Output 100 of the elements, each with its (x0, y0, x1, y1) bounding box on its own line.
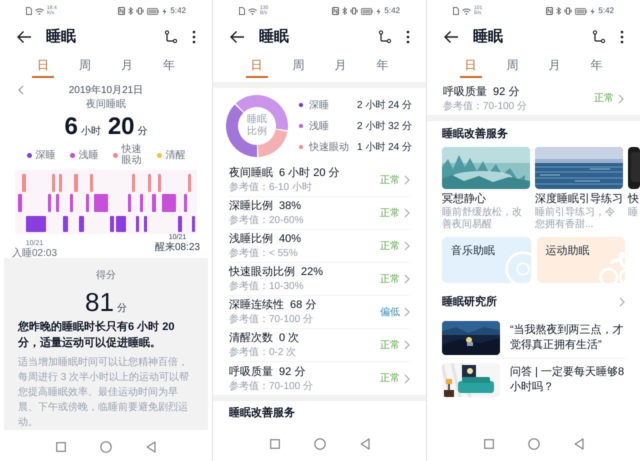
status-link[interactable]: 偏低 (380, 304, 410, 320)
recent-apps-icon[interactable] (270, 439, 280, 449)
sleep-summary: 您昨晚的睡眠时长只有6 小时 20 分，适量运动可以促进睡眠。 (18, 320, 176, 351)
period-tab[interactable]: 年 (372, 57, 394, 78)
more-icon[interactable] (192, 30, 196, 44)
back-icon[interactable] (360, 438, 370, 450)
chevron-right-icon (404, 274, 410, 284)
charging-icon (162, 8, 168, 14)
score-label: 得分 (95, 269, 117, 283)
hours-unit: 小时 (80, 124, 101, 139)
legend-value: 1 小时 24 分 (356, 140, 412, 154)
share-icon[interactable] (164, 30, 178, 44)
reference-range: 参考值：70-100 分 (229, 313, 314, 326)
share-icon[interactable] (592, 30, 606, 44)
article-title[interactable]: “当我熬夜到两三点，才觉得真正拥有生活” (510, 322, 625, 352)
recent-apps-icon[interactable] (484, 439, 494, 449)
sleep-stage-bar (56, 194, 59, 212)
status-link[interactable]: 正常 (380, 338, 410, 352)
service-description: 睡前舒缓放松，改善夜间易醒 (442, 207, 523, 231)
wifi-icon (462, 8, 471, 14)
article-title[interactable]: 问答 | 一定要每天睡够8小时吗？ (510, 365, 625, 395)
status-link[interactable]: 正常 (380, 272, 410, 286)
status-link[interactable]: 正常 (380, 206, 410, 220)
status-link[interactable]: 正常 (380, 238, 410, 254)
metric-value: 40% (279, 232, 302, 247)
sleep-stage-bar (162, 194, 176, 212)
battery-icon (575, 8, 588, 14)
sleep-stage-bar (128, 194, 131, 212)
chevron-right-icon (618, 94, 624, 104)
chevron-right-icon (404, 374, 410, 384)
sleep-stage-bar (70, 194, 73, 212)
metric-name: 呼吸质量 (443, 84, 487, 100)
status-link[interactable]: 正常 (594, 91, 624, 106)
metric-name: 呼吸质量 (229, 364, 273, 380)
section-label: 夜间睡眠 (85, 98, 127, 112)
sleep-aid-card[interactable]: 运动助眠 (536, 237, 625, 283)
legend-label: 快速眼动 (122, 144, 142, 166)
page-title: 睡眠 (259, 26, 289, 47)
back-arrow-icon[interactable] (16, 30, 32, 44)
wake-time-label: 醒来08:23 (154, 242, 200, 253)
legend-label: 深睡 (309, 98, 329, 112)
chevron-right-icon (404, 340, 410, 350)
home-icon[interactable] (528, 438, 540, 450)
metric-name: 清醒次数 (229, 331, 273, 346)
period-tab[interactable]: 日 (460, 57, 482, 78)
reference-range: 参考值：10-30% (229, 280, 304, 293)
back-icon[interactable] (146, 441, 156, 453)
status-link[interactable]: 正常 (380, 371, 410, 386)
vibrate-icon (136, 7, 144, 15)
back-arrow-icon[interactable] (229, 30, 245, 44)
legend-value: 2 小时 32 分 (356, 120, 412, 134)
sleep-stage-bar (48, 194, 51, 212)
period-tab[interactable]: 日 (32, 57, 54, 78)
share-icon[interactable] (378, 30, 392, 44)
sleep-stage-bar (22, 174, 26, 192)
status-time: 5:42 (598, 5, 614, 17)
reference-range: 参考值：70-100 分 (229, 380, 314, 392)
chevron-right-icon[interactable] (619, 297, 625, 307)
period-tab[interactable]: 月 (116, 57, 138, 78)
sleep-stage-bar (63, 216, 68, 232)
service-title[interactable]: 深度睡眠引导练习 (535, 192, 623, 207)
period-tab[interactable]: 日 (246, 57, 268, 78)
home-icon[interactable] (100, 441, 112, 453)
metric-value: 92 分 (279, 364, 306, 380)
vibrate-icon (350, 7, 358, 15)
back-icon[interactable] (574, 438, 584, 450)
reference-range: 参考值：< 55% (229, 247, 299, 260)
more-icon[interactable] (406, 30, 410, 44)
period-tab[interactable]: 月 (544, 57, 566, 78)
score-unit: 分 (116, 302, 127, 316)
legend-label: 浅睡 (309, 120, 329, 134)
period-tab[interactable]: 周 (502, 57, 524, 78)
nfc-icon (546, 7, 554, 15)
home-icon[interactable] (314, 438, 326, 450)
metric-value: 6 小时 20 分 (279, 166, 340, 181)
recent-apps-icon[interactable] (56, 442, 66, 452)
service-title[interactable]: 快 (628, 192, 640, 207)
back-arrow-icon[interactable] (443, 30, 459, 44)
bluetooth-icon (342, 7, 348, 15)
period-tab[interactable]: 年 (158, 57, 180, 78)
period-tab[interactable]: 年 (586, 57, 608, 78)
legend-label: 深睡 (36, 150, 56, 160)
wifi-icon (248, 8, 257, 14)
page-title: 睡眠 (46, 26, 76, 47)
sleep-stage-bar (94, 194, 108, 212)
period-tab[interactable]: 周 (74, 57, 96, 78)
chevron-right-icon (404, 241, 410, 251)
reference-range: 参考值：20-60% (229, 214, 304, 227)
sleep-aid-card[interactable]: 音乐助眠 (442, 237, 530, 283)
status-time: 5:42 (170, 5, 186, 17)
period-tab[interactable]: 周 (288, 57, 310, 78)
chevron-left-icon[interactable] (18, 85, 24, 95)
sim-card-icon (26, 7, 32, 15)
more-icon[interactable] (620, 30, 624, 44)
chevron-right-icon (404, 175, 410, 185)
service-title[interactable]: 冥想静心 (442, 192, 530, 207)
legend-label: 浅睡 (78, 150, 98, 160)
sleep-stage-bar (184, 194, 187, 212)
status-link[interactable]: 正常 (380, 172, 410, 188)
period-tab[interactable]: 月 (330, 57, 352, 78)
